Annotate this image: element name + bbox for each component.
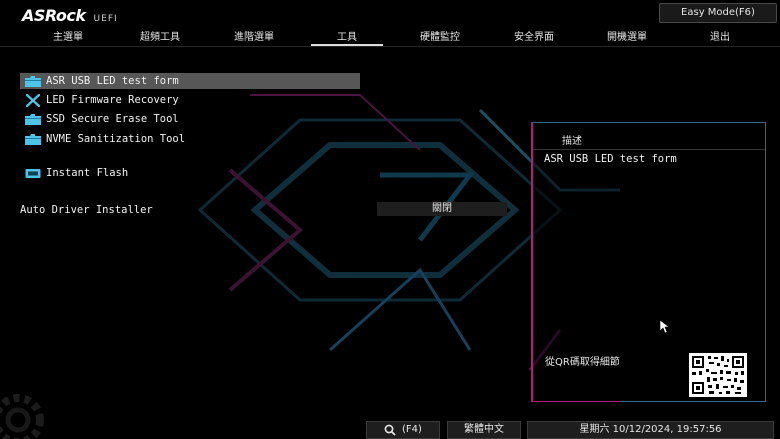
folder-icon (23, 132, 43, 146)
datetime-display: 星期六 10/12/2024, 19:57:56 (527, 421, 774, 439)
tab-oc-tweaker[interactable]: 超頻工具 (128, 28, 192, 46)
menu-item-asr-usb-led-test[interactable]: ASR USB LED test form (20, 73, 360, 89)
mouse-cursor-icon (660, 320, 670, 334)
menu-item-label: ASR USB LED test form (46, 75, 179, 87)
menu-item-label: SSD Secure Erase Tool (46, 113, 179, 125)
auto-driver-installer-value[interactable]: 關閉 (377, 202, 507, 216)
description-title: 描述 (562, 136, 582, 147)
tab-exit[interactable]: 退出 (688, 28, 752, 46)
tab-hardware-monitor[interactable]: 硬體監控 (408, 28, 472, 46)
language-button[interactable]: 繁體中文 (447, 421, 521, 439)
main-tab-bar: 主選單 超頻工具 進階選單 工具 硬體監控 安全界面 開機選單 退出 (0, 24, 780, 46)
search-shortcut: (F4) (402, 424, 422, 435)
tab-divider (0, 46, 780, 47)
tab-security[interactable]: 安全界面 (502, 28, 566, 46)
tools-icon (23, 93, 43, 107)
description-text: ASR USB LED test form (544, 153, 677, 165)
qr-code-label: 從QR碼取得細節 (545, 357, 620, 368)
menu-item-nvme-sanitization[interactable]: NVME Sanitization Tool (20, 131, 360, 147)
folder-icon (23, 74, 43, 88)
menu-item-label: Instant Flash (46, 167, 129, 179)
menu-item-led-firmware-recovery[interactable]: LED Firmware Recovery (20, 92, 360, 108)
menu-item-instant-flash[interactable]: Instant Flash (20, 165, 360, 181)
qr-code-icon (689, 353, 747, 397)
brand-sub: UEFI (93, 14, 118, 24)
auto-driver-installer-label: Auto Driver Installer (20, 204, 153, 216)
search-button[interactable]: (F4) (366, 421, 440, 439)
search-icon (384, 424, 396, 436)
brand-name: ASRock (22, 6, 86, 25)
menu-item-label: LED Firmware Recovery (46, 94, 179, 106)
asrock-logo: ASRock UEFI (22, 6, 134, 25)
description-divider (533, 149, 765, 150)
menu-item-ssd-secure-erase[interactable]: SSD Secure Erase Tool (20, 111, 360, 127)
tab-boot[interactable]: 開機選單 (595, 28, 659, 46)
description-panel: 描述 ASR USB LED test form 從QR碼取得細節 (531, 122, 766, 402)
folder-icon (23, 112, 43, 126)
easy-mode-button[interactable]: Easy Mode(F6) (659, 3, 777, 23)
tab-advanced[interactable]: 進階選單 (222, 28, 286, 46)
footer-bar: (F4) 繁體中文 星期六 10/12/2024, 19:57:56 (0, 418, 780, 439)
tab-main[interactable]: 主選單 (36, 28, 100, 46)
menu-item-label: NVME Sanitization Tool (46, 133, 186, 145)
tab-tool[interactable]: 工具 (311, 28, 383, 46)
flash-chip-icon (23, 166, 43, 180)
